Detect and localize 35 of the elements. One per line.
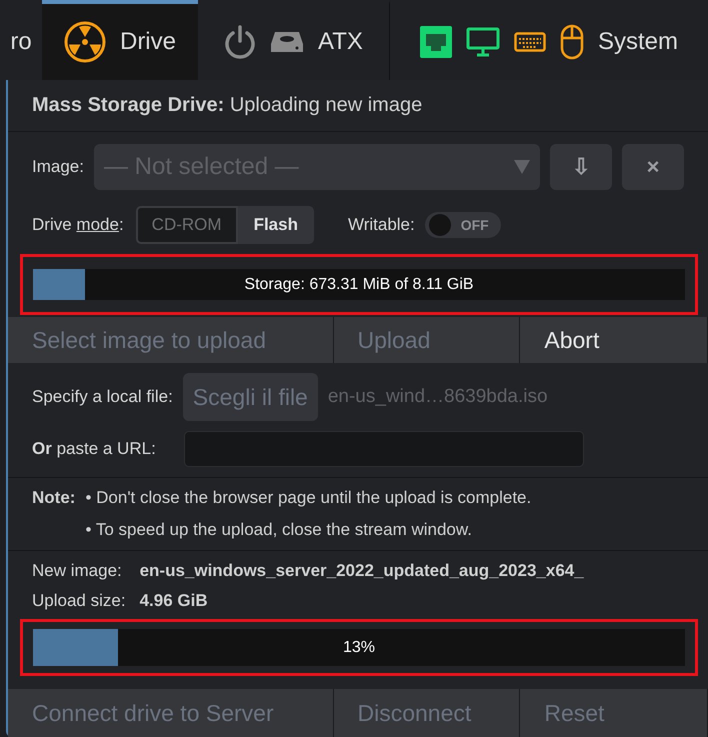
radiation-icon (64, 21, 106, 63)
image-label: Image: (32, 157, 84, 177)
info-value: 4.96 GiB (140, 591, 209, 611)
download-button[interactable]: ⇩ (550, 144, 612, 190)
local-file-label: Specify a local file: (32, 387, 173, 407)
drive-mode-label: Drive mode: (32, 215, 124, 235)
tab-label: ro (10, 28, 32, 56)
ethernet-icon (420, 26, 452, 58)
info-label: Upload size: (32, 591, 126, 611)
disk-drive-icon (270, 30, 304, 54)
writable-label: Writable: (348, 215, 415, 235)
file-name: en-us_wind…8639bda.iso (328, 386, 548, 408)
note-text: • Don't close the browser page until the upload is complete. (85, 488, 532, 508)
mode-option[interactable]: CD-ROM (136, 206, 238, 244)
nav-tab[interactable]: Drive (42, 0, 198, 80)
mode-option[interactable]: Flash (238, 206, 314, 244)
info-value: en-us_windows_server_2022_updated_aug_2023_x64_ (140, 561, 585, 581)
writable-switch[interactable]: OFF (424, 212, 501, 238)
tab-label: System (598, 28, 678, 56)
info-label: New image: (32, 561, 123, 581)
tab-label: Drive (120, 28, 176, 56)
storage-text: Storage: 673.31 MiB of 8.11 GiB (244, 276, 474, 294)
note-label: Note: (32, 488, 76, 508)
monitor-icon (466, 27, 500, 57)
url-label: Or paste a URL: (32, 439, 156, 459)
caret-icon (514, 160, 530, 174)
tab-label: ATX (318, 28, 363, 56)
power-icon (224, 25, 256, 59)
close-button[interactable]: × (622, 144, 684, 190)
mouse-icon (560, 24, 584, 60)
url-field[interactable] (184, 431, 584, 467)
keyboard-icon (514, 32, 546, 52)
panel-title: Mass Storage Drive: Uploading new image (8, 80, 708, 132)
progress-text: 13% (342, 638, 376, 656)
note-text: • To speed up the upload, close the stream window. (85, 520, 473, 540)
